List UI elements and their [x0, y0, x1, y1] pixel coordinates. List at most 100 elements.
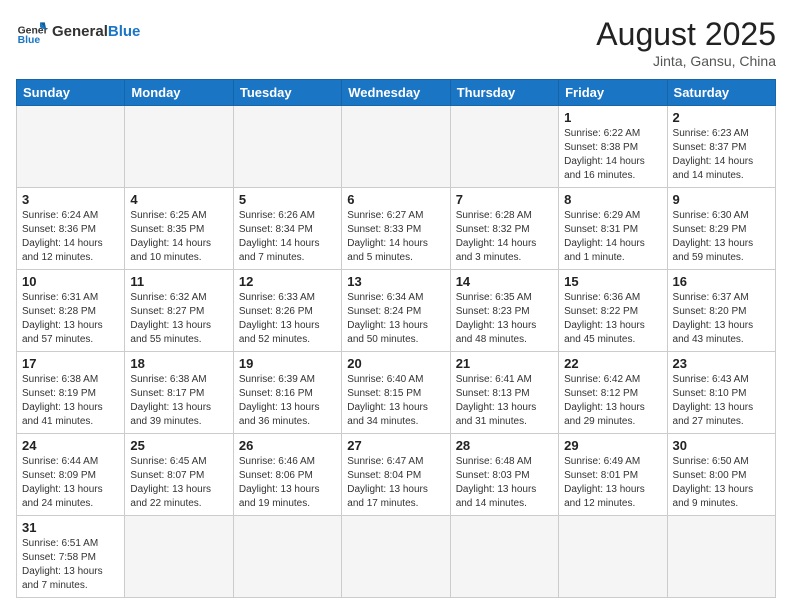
- day-info: Sunrise: 6:22 AM Sunset: 8:38 PM Dayligh…: [564, 127, 661, 183]
- day-number: 4: [130, 192, 227, 207]
- calendar-day: 19 Sunrise: 6:39 AM Sunset: 8:16 PM Dayli…: [233, 352, 341, 434]
- calendar-day: 31 Sunrise: 6:51 AM Sunset: 7:58 PM Dayli…: [17, 516, 125, 598]
- day-info: Sunrise: 6:47 AM Sunset: 8:04 PM Dayligh…: [347, 455, 444, 511]
- day-info: Sunrise: 6:30 AM Sunset: 8:29 PM Dayligh…: [673, 209, 770, 265]
- logo-general: General: [52, 23, 108, 40]
- day-number: 23: [673, 356, 770, 371]
- calendar-day: [125, 516, 233, 598]
- calendar-day: 9 Sunrise: 6:30 AM Sunset: 8:29 PM Daylig…: [667, 188, 775, 270]
- calendar-day: 1 Sunrise: 6:22 AM Sunset: 8:38 PM Daylig…: [559, 106, 667, 188]
- day-number: 14: [456, 274, 553, 289]
- day-info: Sunrise: 6:32 AM Sunset: 8:27 PM Dayligh…: [130, 291, 227, 347]
- day-info: Sunrise: 6:29 AM Sunset: 8:31 PM Dayligh…: [564, 209, 661, 265]
- calendar-day: 17 Sunrise: 6:38 AM Sunset: 8:19 PM Dayli…: [17, 352, 125, 434]
- location-subtitle: Jinta, Gansu, China: [596, 53, 776, 69]
- day-number: 9: [673, 192, 770, 207]
- calendar-week-row: 31 Sunrise: 6:51 AM Sunset: 7:58 PM Dayli…: [17, 516, 776, 598]
- page-header: General Blue GeneralBlue August 2025 Jin…: [16, 16, 776, 69]
- day-number: 24: [22, 438, 119, 453]
- calendar-day: 2 Sunrise: 6:23 AM Sunset: 8:37 PM Daylig…: [667, 106, 775, 188]
- day-info: Sunrise: 6:37 AM Sunset: 8:20 PM Dayligh…: [673, 291, 770, 347]
- day-info: Sunrise: 6:43 AM Sunset: 8:10 PM Dayligh…: [673, 373, 770, 429]
- day-number: 8: [564, 192, 661, 207]
- calendar-day: 29 Sunrise: 6:49 AM Sunset: 8:01 PM Dayli…: [559, 434, 667, 516]
- day-info: Sunrise: 6:33 AM Sunset: 8:26 PM Dayligh…: [239, 291, 336, 347]
- day-info: Sunrise: 6:48 AM Sunset: 8:03 PM Dayligh…: [456, 455, 553, 511]
- day-info: Sunrise: 6:39 AM Sunset: 8:16 PM Dayligh…: [239, 373, 336, 429]
- day-number: 1: [564, 110, 661, 125]
- day-info: Sunrise: 6:41 AM Sunset: 8:13 PM Dayligh…: [456, 373, 553, 429]
- day-info: Sunrise: 6:36 AM Sunset: 8:22 PM Dayligh…: [564, 291, 661, 347]
- day-info: Sunrise: 6:26 AM Sunset: 8:34 PM Dayligh…: [239, 209, 336, 265]
- calendar-day: [233, 106, 341, 188]
- day-info: Sunrise: 6:38 AM Sunset: 8:17 PM Dayligh…: [130, 373, 227, 429]
- logo-blue: Blue: [108, 23, 141, 40]
- calendar-day: 25Sunrise: 6:45 AM Sunset: 8:07 PM Dayli…: [125, 434, 233, 516]
- calendar-day: 23 Sunrise: 6:43 AM Sunset: 8:10 PM Dayli…: [667, 352, 775, 434]
- day-number: 19: [239, 356, 336, 371]
- day-number: 5: [239, 192, 336, 207]
- day-number: 31: [22, 520, 119, 535]
- calendar-day: [559, 516, 667, 598]
- day-number: 18: [130, 356, 227, 371]
- day-info: Sunrise: 6:46 AM Sunset: 8:06 PM Dayligh…: [239, 455, 336, 511]
- day-number: 2: [673, 110, 770, 125]
- day-info: Sunrise: 6:23 AM Sunset: 8:37 PM Dayligh…: [673, 127, 770, 183]
- calendar-day: 5 Sunrise: 6:26 AM Sunset: 8:34 PM Daylig…: [233, 188, 341, 270]
- day-number: 28: [456, 438, 553, 453]
- day-number: 26: [239, 438, 336, 453]
- day-number: 10: [22, 274, 119, 289]
- calendar-day: 16Sunrise: 6:37 AM Sunset: 8:20 PM Dayli…: [667, 270, 775, 352]
- day-number: 17: [22, 356, 119, 371]
- calendar-day: 22Sunrise: 6:42 AM Sunset: 8:12 PM Dayli…: [559, 352, 667, 434]
- weekday-header-monday: Monday: [125, 80, 233, 106]
- day-info: Sunrise: 6:28 AM Sunset: 8:32 PM Dayligh…: [456, 209, 553, 265]
- calendar-table: SundayMondayTuesdayWednesdayThursdayFrid…: [16, 79, 776, 598]
- calendar-day: 30Sunrise: 6:50 AM Sunset: 8:00 PM Dayli…: [667, 434, 775, 516]
- calendar-day: 27 Sunrise: 6:47 AM Sunset: 8:04 PM Dayli…: [342, 434, 450, 516]
- calendar-day: 26 Sunrise: 6:46 AM Sunset: 8:06 PM Dayli…: [233, 434, 341, 516]
- calendar-week-row: 1 Sunrise: 6:22 AM Sunset: 8:38 PM Daylig…: [17, 106, 776, 188]
- day-info: Sunrise: 6:49 AM Sunset: 8:01 PM Dayligh…: [564, 455, 661, 511]
- day-info: Sunrise: 6:51 AM Sunset: 7:58 PM Dayligh…: [22, 537, 119, 593]
- day-number: 29: [564, 438, 661, 453]
- day-info: Sunrise: 6:31 AM Sunset: 8:28 PM Dayligh…: [22, 291, 119, 347]
- month-title: August 2025: [596, 16, 776, 53]
- day-number: 27: [347, 438, 444, 453]
- day-info: Sunrise: 6:25 AM Sunset: 8:35 PM Dayligh…: [130, 209, 227, 265]
- day-info: Sunrise: 6:24 AM Sunset: 8:36 PM Dayligh…: [22, 209, 119, 265]
- day-number: 13: [347, 274, 444, 289]
- calendar-day: 21 Sunrise: 6:41 AM Sunset: 8:13 PM Dayli…: [450, 352, 558, 434]
- calendar-day: [17, 106, 125, 188]
- svg-text:Blue: Blue: [18, 35, 41, 46]
- calendar-day: [233, 516, 341, 598]
- logo-icon: General Blue: [16, 16, 48, 48]
- calendar-day: 11Sunrise: 6:32 AM Sunset: 8:27 PM Dayli…: [125, 270, 233, 352]
- day-info: Sunrise: 6:38 AM Sunset: 8:19 PM Dayligh…: [22, 373, 119, 429]
- calendar-day: [450, 516, 558, 598]
- day-number: 12: [239, 274, 336, 289]
- weekday-header-saturday: Saturday: [667, 80, 775, 106]
- calendar-day: 28 Sunrise: 6:48 AM Sunset: 8:03 PM Dayli…: [450, 434, 558, 516]
- day-number: 20: [347, 356, 444, 371]
- calendar-day: [450, 106, 558, 188]
- weekday-header-wednesday: Wednesday: [342, 80, 450, 106]
- weekday-header-sunday: Sunday: [17, 80, 125, 106]
- day-info: Sunrise: 6:45 AM Sunset: 8:07 PM Dayligh…: [130, 455, 227, 511]
- calendar-day: 7 Sunrise: 6:28 AM Sunset: 8:32 PM Daylig…: [450, 188, 558, 270]
- day-number: 21: [456, 356, 553, 371]
- day-info: Sunrise: 6:42 AM Sunset: 8:12 PM Dayligh…: [564, 373, 661, 429]
- day-info: Sunrise: 6:40 AM Sunset: 8:15 PM Dayligh…: [347, 373, 444, 429]
- calendar-day: 18 Sunrise: 6:38 AM Sunset: 8:17 PM Dayli…: [125, 352, 233, 434]
- calendar-day: 24Sunrise: 6:44 AM Sunset: 8:09 PM Dayli…: [17, 434, 125, 516]
- calendar-day: 6Sunrise: 6:27 AM Sunset: 8:33 PM Daylig…: [342, 188, 450, 270]
- logo: General Blue GeneralBlue: [16, 16, 140, 48]
- calendar-week-row: 3 Sunrise: 6:24 AM Sunset: 8:36 PM Daylig…: [17, 188, 776, 270]
- calendar-day: [342, 516, 450, 598]
- calendar-day: [125, 106, 233, 188]
- title-block: August 2025 Jinta, Gansu, China: [596, 16, 776, 69]
- day-number: 7: [456, 192, 553, 207]
- day-info: Sunrise: 6:34 AM Sunset: 8:24 PM Dayligh…: [347, 291, 444, 347]
- day-number: 6: [347, 192, 444, 207]
- day-number: 3: [22, 192, 119, 207]
